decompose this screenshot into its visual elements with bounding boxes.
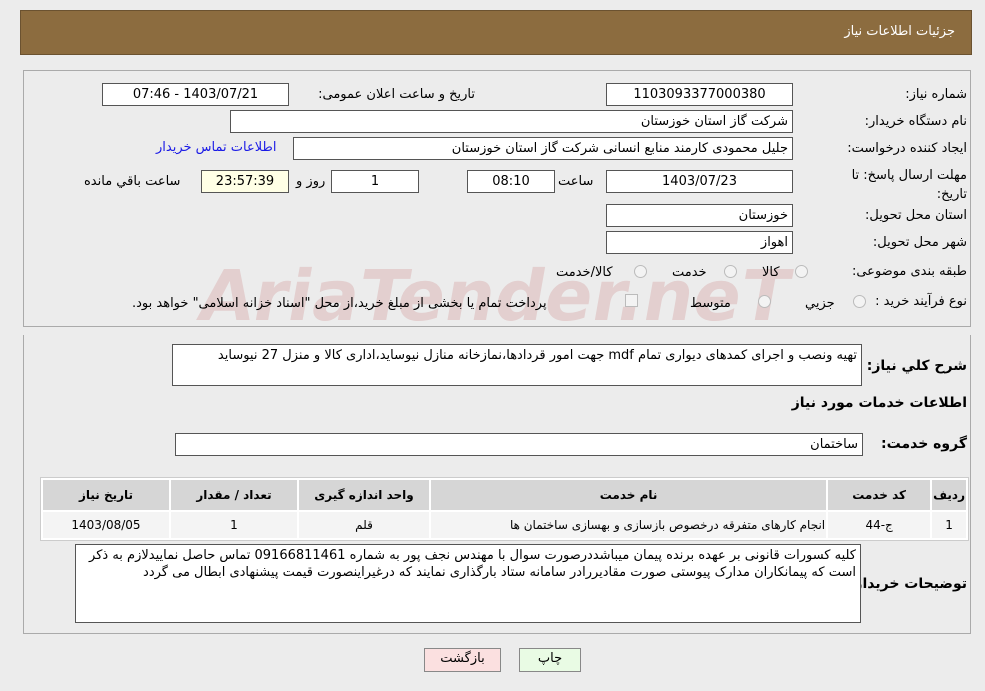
summary-label: شرح كلي نياز: [866,358,967,374]
city-field[interactable]: اهواز [606,231,793,254]
back-button[interactable]: بازگشت [424,648,501,672]
category-option-goods: کالا [762,265,780,280]
province-label: استان محل تحویل: [865,208,967,223]
cell-name: انجام کارهای متفرقه درخصوص بازسازی و بهس… [431,512,827,538]
process-option-medium: متوسط [690,296,731,311]
cell-row: 1 [932,512,966,538]
process-label: نوع فرآیند خرید : [875,294,967,309]
category-radio-goods[interactable] [795,265,808,278]
cell-date: 1403/08/05 [43,512,169,538]
remaining-label: ساعت باقي مانده [84,174,181,189]
announce-field[interactable]: 1403/07/21 - 07:46 [102,83,289,106]
services-title: اطلاعات خدمات مورد نیاز [791,395,967,411]
deadline-label: مهلت ارسال پاسخ: تا تاریخ: [851,168,967,202]
process-radio-minor[interactable] [853,295,866,308]
col-name: نام خدمت [431,480,827,510]
summary-textarea[interactable]: تهیه ونصب و اجرای کمدهای دیواری تمام mdf… [172,344,862,386]
buyer-contact-link[interactable]: اطلاعات تماس خریدار [156,140,276,155]
treasury-checkbox[interactable] [625,294,638,307]
col-row: ردیف [932,480,966,510]
days-label: روز و [296,174,326,189]
buyer-org-field[interactable]: شرکت گاز استان خوزستان [230,110,793,133]
category-radio-service[interactable] [724,265,737,278]
announce-label: تاریخ و ساعت اعلان عمومی: [318,87,475,102]
buyer-org-label: نام دستگاه خریدار: [864,114,967,129]
process-note: پرداخت تمام یا بخشی از مبلغ خرید،از محل … [132,296,547,311]
services-table: ردیف کد خدمت نام خدمت واحد اندازه گیری ت… [40,477,969,541]
category-label: طبقه بندی موضوعی: [851,264,967,279]
province-field[interactable]: خوزستان [606,204,793,227]
col-qty: تعداد / مقدار [171,480,297,510]
creator-field[interactable]: جلیل محمودی کارمند منابع انسانی شرکت گاز… [293,137,793,160]
city-label: شهر محل تحویل: [872,235,967,250]
group-field[interactable]: ساختمان [175,433,863,456]
creator-label: ایجاد کننده درخواست: [847,141,967,156]
col-unit: واحد اندازه گیری [299,480,429,510]
cell-code: ج-44 [828,512,931,538]
notes-textarea[interactable]: کلیه کسورات قانونی بر عهده برنده پیمان م… [75,544,861,623]
col-code: کد خدمت [828,480,931,510]
page-header: جزئیات اطلاعات نیاز [20,10,972,55]
col-date: تاریخ نیاز [43,480,169,510]
cell-qty: 1 [171,512,297,538]
need-number-label: شماره نیاز: [905,87,967,102]
process-option-minor: جزيي [805,296,835,311]
table-header-row: ردیف کد خدمت نام خدمت واحد اندازه گیری ت… [43,480,966,510]
table-row: 1 ج-44 انجام کارهای متفرقه درخصوص بازساز… [43,512,966,538]
days-field[interactable]: 1 [331,170,419,193]
notes-label: توضیحات خریدار: [848,576,967,592]
deadline-time-field[interactable]: 08:10 [467,170,555,193]
remaining-time-field: 23:57:39 [201,170,289,193]
process-radio-medium[interactable] [758,295,771,308]
deadline-date-field[interactable]: 1403/07/23 [606,170,793,193]
time-label: ساعت [558,174,594,189]
category-option-service: خدمت [672,265,707,280]
category-radio-both[interactable] [634,265,647,278]
page-title: جزئیات اطلاعات نیاز [844,24,955,39]
cell-unit: قلم [299,512,429,538]
print-button[interactable]: چاپ [519,648,581,672]
group-label: گروه خدمت: [881,436,967,452]
need-number-field[interactable]: 1103093377000380 [606,83,793,106]
category-option-both: کالا/خدمت [556,265,613,280]
